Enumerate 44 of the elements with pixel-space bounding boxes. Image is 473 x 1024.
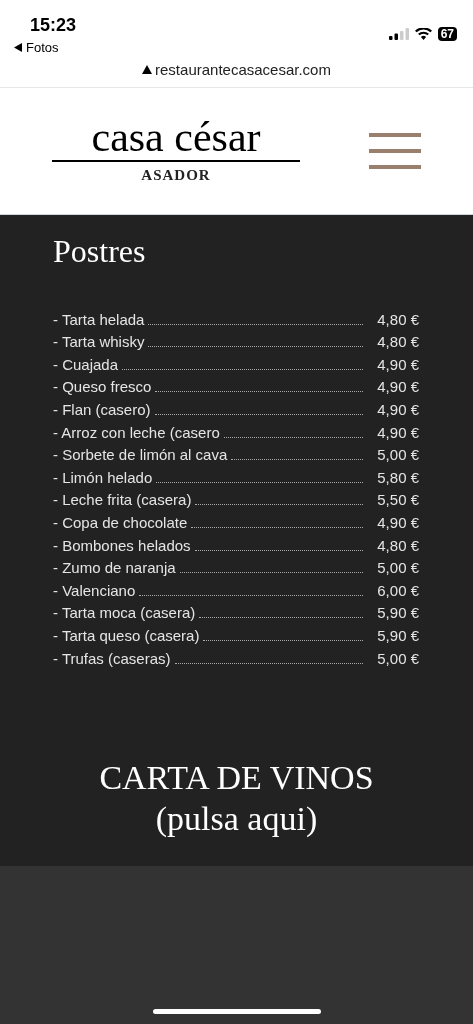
dessert-name: - Tarta helada xyxy=(53,309,145,330)
dessert-name: - Limón helado xyxy=(53,467,153,488)
dessert-name: - Arroz con leche (casero xyxy=(53,422,220,443)
dessert-name: - Queso fresco xyxy=(53,377,152,398)
dessert-price: 4,90 € xyxy=(376,422,419,443)
dessert-name: - Copa de chocolate xyxy=(53,512,188,533)
dessert-price: 4,90 € xyxy=(376,512,419,533)
dessert-price: 5,00 € xyxy=(376,445,419,466)
section-title: Postres xyxy=(53,232,147,271)
dessert-name: - Leche frita (casera) xyxy=(53,490,192,511)
dessert-price: 6,00 € xyxy=(376,580,419,601)
battery-indicator: 67 xyxy=(437,27,457,41)
dessert-price: 4,80 € xyxy=(376,535,419,556)
dessert-price: 5,50 € xyxy=(376,490,419,511)
back-link[interactable]: Fotos xyxy=(26,38,59,58)
dessert-name: - Bombones helados xyxy=(53,535,191,556)
back-arrow-icon[interactable] xyxy=(14,43,22,53)
dessert-name: - Flan (casero) xyxy=(53,399,151,420)
url-text[interactable]: restaurantecasacesar.com xyxy=(155,58,331,81)
dessert-price: 4,80 € xyxy=(376,309,419,330)
dessert-price: 5,00 € xyxy=(376,558,419,579)
dessert-price: 5,90 € xyxy=(376,603,419,624)
dessert-price: 4,80 € xyxy=(376,332,419,353)
warning-icon xyxy=(142,65,153,75)
dessert-price: 4,90 € xyxy=(376,377,419,398)
dessert-price: 4,90 € xyxy=(376,399,419,420)
dessert-price: 5,00 € xyxy=(376,648,419,669)
wifi-icon xyxy=(414,28,432,40)
logo[interactable]: casa césar ASADOR xyxy=(52,115,300,187)
dessert-price: 5,90 € xyxy=(376,625,419,646)
dessert-name: - Valenciano xyxy=(53,580,136,601)
dessert-name: - Cuajada xyxy=(53,354,119,375)
signal-icon xyxy=(388,28,409,40)
dessert-price: 5,80 € xyxy=(376,467,419,488)
dessert-price: 4,90 € xyxy=(376,354,419,375)
dessert-name: - Sorbete de limón al cava xyxy=(53,445,228,466)
dessert-name: - Tarta queso (casera) xyxy=(53,625,200,646)
menu-icon[interactable] xyxy=(369,133,421,169)
dessert-name: - Tarta whisky xyxy=(53,332,145,353)
dessert-name: - Tarta moca (casera) xyxy=(53,603,196,624)
wine-list-link[interactable]: CARTA DE VINOS (pulsa aqui) xyxy=(99,756,374,839)
dessert-name: - Zumo de naranja xyxy=(53,558,176,579)
status-time: 15:23 xyxy=(30,14,77,36)
dessert-name: - Trufas (caseras) xyxy=(53,648,171,669)
